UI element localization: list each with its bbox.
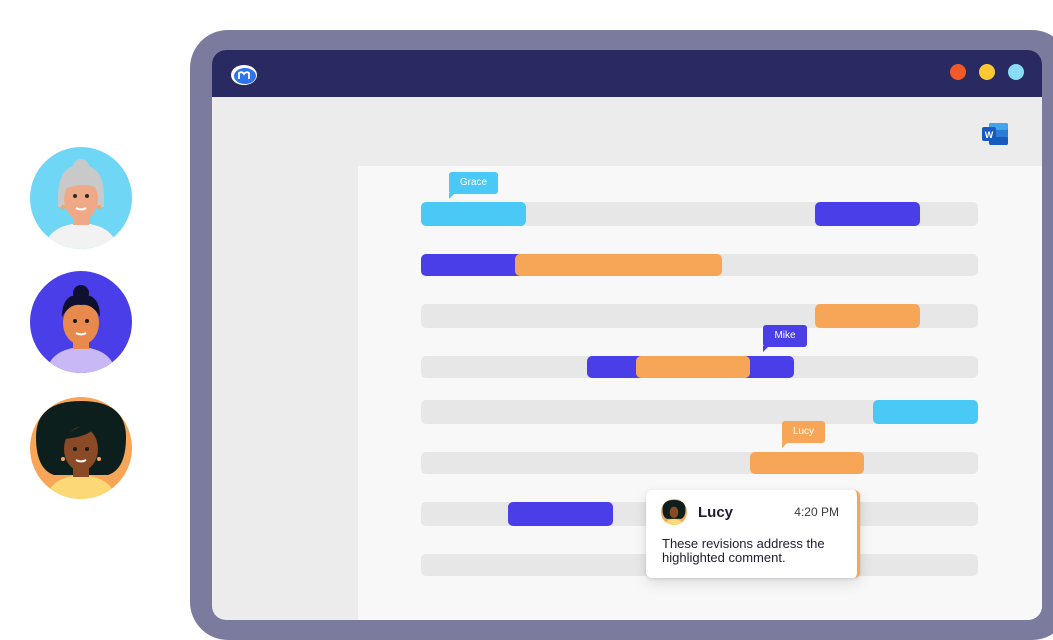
- lucy-edit[interactable]: [515, 254, 722, 276]
- avatar-lucy[interactable]: [30, 397, 132, 499]
- lucy-edit[interactable]: [636, 356, 750, 378]
- avatar-mike[interactable]: [30, 271, 132, 373]
- cursor-tag-mike: Mike: [763, 325, 807, 352]
- grace-edit[interactable]: [873, 400, 978, 424]
- comment-author: Lucy: [698, 504, 734, 521]
- minimize-button[interactable]: [979, 64, 995, 80]
- mike-edit[interactable]: [508, 502, 613, 526]
- cursor-tag-lucy: Lucy: [782, 421, 825, 448]
- lucy-edit[interactable]: [815, 304, 920, 328]
- grace-edit[interactable]: [421, 202, 526, 226]
- mike-edit[interactable]: [815, 202, 920, 226]
- microsoft-word-icon[interactable]: W: [982, 122, 1009, 146]
- close-button[interactable]: [950, 64, 966, 80]
- comment-avatar: [661, 499, 687, 525]
- title-bar: [212, 50, 1042, 97]
- maximize-button[interactable]: [1008, 64, 1024, 80]
- comment-card[interactable]: Lucy 4:20 PM These revisions address the…: [646, 490, 860, 578]
- avatar-grace[interactable]: [30, 147, 132, 249]
- comment-text: These revisions address the highlighted …: [662, 536, 825, 565]
- cursor-tag-grace: Grace: [449, 172, 498, 199]
- lucy-edit[interactable]: [750, 452, 864, 474]
- word-icon-letter: W: [985, 130, 994, 140]
- m-logo-icon[interactable]: [230, 64, 258, 86]
- text-line: [421, 452, 978, 474]
- app-window: W Grace Mike Lucy: [212, 50, 1042, 620]
- comment-time: 4:20 PM: [794, 505, 839, 519]
